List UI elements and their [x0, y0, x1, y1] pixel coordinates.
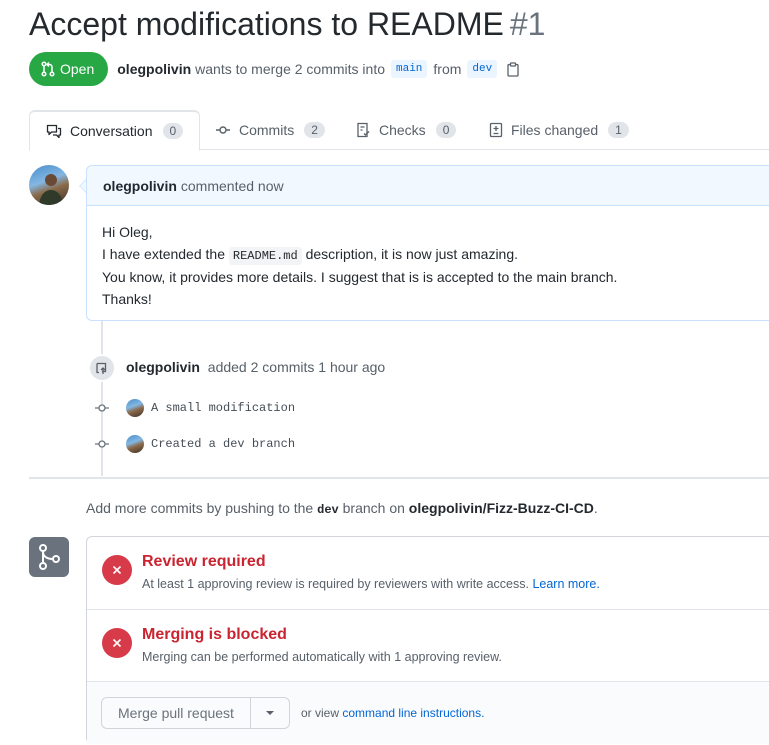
check-desc-text: At least 1 approving review is required …: [142, 577, 529, 591]
push-note-period: .: [593, 500, 598, 516]
or-view-text: or view command line instructions.: [301, 706, 484, 720]
pr-author-link[interactable]: olegpolivin: [117, 61, 191, 77]
copy-icon[interactable]: [507, 61, 519, 77]
check-description: Merging can be performed automatically w…: [142, 650, 502, 664]
inline-code: README.md: [228, 246, 302, 265]
tab-conversation[interactable]: Conversation 0: [29, 110, 201, 151]
pr-title-text: Accept modifications to README: [29, 6, 504, 42]
commit-row: Created a dev branch: [93, 434, 295, 454]
check-title: Review required: [142, 553, 266, 570]
git-pull-request-icon: [41, 61, 55, 77]
push-note-text: branch on: [342, 500, 405, 516]
commit-icon: [216, 126, 230, 134]
tab-label: Files changed: [511, 122, 599, 138]
check-description: At least 1 approving review is required …: [142, 577, 600, 591]
tab-label: Commits: [239, 122, 295, 138]
comment-author[interactable]: olegpolivin: [103, 178, 177, 194]
comment-header: olegpolivin commented now: [87, 166, 769, 206]
push-note-text: Add more commits by pushing to the: [86, 500, 314, 516]
tab-label: Conversation: [70, 123, 153, 139]
comment-text: I have extended the: [102, 245, 225, 262]
state-badge: Open: [29, 52, 109, 86]
tab-checks[interactable]: Checks 0: [340, 110, 472, 150]
commits-event: olegpolivin added 2 commits 1 hour ago: [126, 359, 385, 375]
repo-link[interactable]: olegpolivin/Fizz-Buzz-CI-CD: [409, 500, 594, 516]
push-note: Add more commits by pushing to the dev b…: [86, 500, 598, 517]
comment-box: olegpolivin commented now Hi Oleg, I hav…: [86, 165, 769, 321]
tab-counter: 2: [304, 122, 325, 138]
triangle-down-icon: [265, 711, 274, 715]
commit-author-avatar[interactable]: [126, 435, 144, 453]
learn-more-link[interactable]: Learn more.: [532, 577, 599, 591]
git-merge-icon: [29, 537, 69, 577]
from-text: from: [433, 61, 462, 77]
comment-discussion-icon: [46, 124, 62, 139]
merge-pull-request-button[interactable]: Merge pull request: [101, 697, 251, 729]
comment-line: Hi Oleg,: [102, 224, 153, 240]
comment-meta[interactable]: commented now: [181, 178, 284, 194]
push-note-branch: dev: [317, 503, 339, 517]
x-circle-icon: [102, 628, 132, 658]
commit-icon: [93, 439, 111, 449]
tab-files-changed[interactable]: Files changed 1: [473, 110, 645, 150]
pr-tabs: Conversation 0 Commits 2 Checks 0 Files …: [29, 110, 769, 151]
comment-line: You know, it provides more details. I su…: [102, 269, 618, 285]
diff-icon: [489, 122, 503, 138]
commit-message[interactable]: A small modification: [151, 401, 295, 415]
event-author[interactable]: olegpolivin: [126, 359, 200, 375]
pr-title: Accept modifications to README #1: [29, 6, 545, 43]
state-label: Open: [60, 61, 95, 77]
commit-author-avatar[interactable]: [126, 399, 144, 417]
command-line-instructions-link[interactable]: command line instructions.: [342, 706, 484, 720]
avatar[interactable]: [29, 165, 69, 205]
commit-row: A small modification: [93, 398, 295, 418]
timeline-divider: [29, 477, 769, 479]
merge-method-dropdown[interactable]: [250, 697, 290, 729]
tab-counter: 1: [608, 122, 629, 138]
check-review-required: Review required At least 1 approving rev…: [87, 537, 769, 609]
comment-body: Hi Oleg, I have extended the README.md d…: [87, 206, 769, 326]
merge-box: Review required At least 1 approving rev…: [86, 536, 769, 744]
pr-number: #1: [509, 6, 546, 42]
comment-text: description, it is now just amazing.: [305, 245, 519, 262]
check-desc-text: Merging can be performed automatically w…: [142, 650, 502, 664]
base-branch[interactable]: main: [391, 60, 428, 78]
merge-summary: olegpolivin wants to merge 2 commits int…: [117, 60, 519, 78]
commit-icon: [93, 403, 111, 413]
commit-message[interactable]: Created a dev branch: [151, 437, 295, 451]
merge-summary-text: wants to merge 2 commits into: [195, 61, 385, 77]
comment-line: I have extended the README.md descriptio…: [102, 244, 754, 268]
repo-push-icon: [88, 354, 116, 382]
pr-state-row: Open olegpolivin wants to merge 2 commit…: [29, 52, 519, 86]
x-circle-icon: [102, 555, 132, 585]
check-merging-blocked: Merging is blocked Merging can be perfor…: [87, 609, 769, 681]
or-view-label: or view: [301, 706, 340, 720]
event-text: added 2 commits 1 hour ago: [207, 359, 386, 375]
check-title: Merging is blocked: [142, 626, 287, 643]
tab-counter: 0: [435, 122, 457, 138]
merge-actions: Merge pull request or view command line …: [87, 681, 769, 744]
head-branch[interactable]: dev: [467, 60, 498, 78]
comment-line: Thanks!: [102, 290, 152, 307]
tab-counter: 0: [162, 123, 184, 139]
tab-label: Checks: [379, 122, 426, 138]
tab-commits[interactable]: Commits 2: [199, 110, 341, 150]
merge-button-group: Merge pull request: [101, 697, 290, 729]
checklist-icon: [357, 122, 370, 138]
